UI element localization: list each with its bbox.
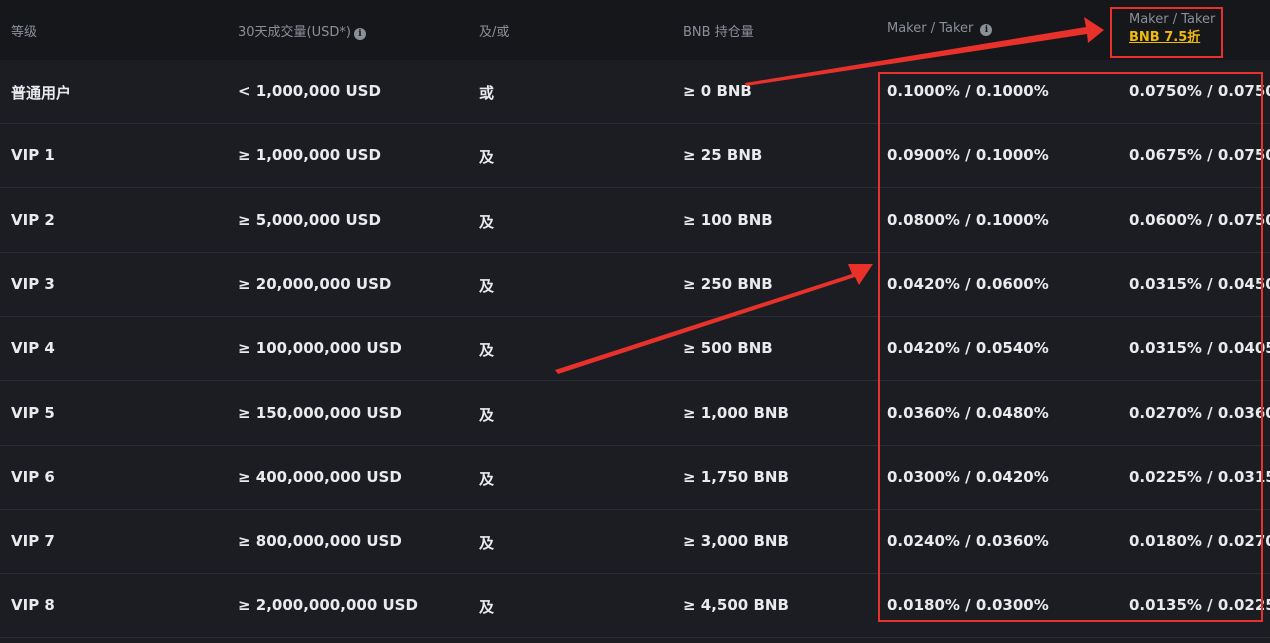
and-or-cell: 及 (479, 534, 495, 553)
maker-taker-bnb-fee-cell: 0.0180% / 0.0270% (1129, 532, 1270, 551)
fee-schedule-page: 等级 30天成交量(USD*) i 及/或 BNB 持仓量 Maker / Tak… (0, 0, 1270, 643)
and-or-cell: 及 (479, 212, 495, 231)
tier-cell: VIP 1 (11, 146, 55, 165)
info-circle-icon[interactable]: i (980, 24, 993, 36)
maker-taker-fee-cell: 0.0420% / 0.0540% (887, 339, 1049, 358)
table-row: VIP 5 ≥ 150,000,000 USD 及 ≥ 1,000 BNB 0.0360… (0, 382, 1270, 446)
header-maker-taker-bnb: Maker / Taker BNB 7.5折 (1129, 11, 1215, 47)
tier-cell: VIP 6 (11, 467, 55, 486)
tier-cell: VIP 7 (11, 532, 55, 551)
and-or-cell: 及 (479, 598, 495, 617)
maker-taker-fee-cell: 0.0420% / 0.0600% (887, 274, 1049, 293)
maker-taker-bnb-fee-cell: 0.0600% / 0.0750% (1129, 210, 1270, 229)
maker-taker-bnb-fee-cell: 0.0270% / 0.0360% (1129, 403, 1270, 422)
table-row: VIP 2 ≥ 5,000,000 USD 及 ≥ 100 BNB 0.0800% / … (0, 189, 1270, 253)
table-row: VIP 3 ≥ 20,000,000 USD 及 ≥ 250 BNB 0.0420% /… (0, 253, 1270, 317)
and-or-cell: 及 (479, 276, 495, 295)
bnb-holding-cell: ≥ 4,500 BNB (683, 596, 789, 615)
header-bnb-holding: BNB 持仓量 (683, 25, 754, 40)
header-maker-taker-label: Maker / Taker (887, 21, 974, 36)
header-volume-label: 30天成交量(USD*) (238, 25, 351, 40)
and-or-cell: 及 (479, 341, 495, 360)
bnb-holding-cell: ≥ 25 BNB (683, 146, 763, 165)
maker-taker-fee-cell: 0.1000% / 0.1000% (887, 82, 1049, 100)
and-or-cell: 及 (479, 469, 495, 488)
header-volume: 30天成交量(USD*) i (238, 21, 366, 40)
volume-cell: ≥ 5,000,000 USD (238, 210, 381, 229)
maker-taker-bnb-fee-cell: 0.0315% / 0.0450% (1129, 274, 1270, 293)
table-row: VIP 1 ≥ 1,000,000 USD 及 ≥ 25 BNB 0.0900% / 0… (0, 124, 1270, 189)
and-or-cell: 或 (479, 84, 495, 102)
maker-taker-bnb-fee-cell: 0.0675% / 0.0750% (1129, 146, 1270, 165)
maker-taker-fee-cell: 0.0800% / 0.1000% (887, 210, 1049, 229)
table-row: 普通用户 < 1,000,000 USD 或 ≥ 0 BNB 0.1000% / 0.1… (0, 60, 1270, 124)
tier-cell: VIP 3 (11, 274, 55, 293)
volume-cell: ≥ 800,000,000 USD (238, 532, 402, 551)
maker-taker-fee-cell: 0.0360% / 0.0480% (887, 403, 1049, 422)
tier-cell: VIP 2 (11, 210, 55, 229)
table-row: VIP 4 ≥ 100,000,000 USD 及 ≥ 500 BNB 0.0420% … (0, 317, 1270, 382)
tier-cell: VIP 8 (11, 596, 55, 615)
table-header: 等级 30天成交量(USD*) i 及/或 BNB 持仓量 Maker / Tak… (0, 0, 1270, 60)
info-circle-icon[interactable]: i (353, 28, 366, 40)
volume-cell: ≥ 150,000,000 USD (238, 403, 402, 422)
volume-cell: < 1,000,000 USD (238, 82, 381, 100)
maker-taker-fee-cell: 0.0240% / 0.0360% (887, 532, 1049, 551)
table-row: VIP 6 ≥ 400,000,000 USD 及 ≥ 1,750 BNB 0.0300… (0, 446, 1270, 510)
volume-cell: ≥ 2,000,000,000 USD (238, 596, 418, 615)
bnb-holding-cell: ≥ 0 BNB (683, 82, 752, 100)
bnb-holding-cell: ≥ 3,000 BNB (683, 532, 789, 551)
maker-taker-fee-cell: 0.0900% / 0.1000% (887, 146, 1049, 165)
bnb-holding-cell: ≥ 100 BNB (683, 210, 773, 229)
header-and-or: 及/或 (479, 25, 510, 40)
maker-taker-bnb-fee-cell: 0.0750% / 0.0750% (1129, 82, 1270, 100)
bnb-holding-cell: ≥ 1,750 BNB (683, 467, 789, 486)
tier-cell: 普通用户 (11, 84, 72, 102)
header-maker-taker-bnb-label: Maker / Taker (1129, 12, 1216, 27)
maker-taker-bnb-fee-cell: 0.0315% / 0.0405% (1129, 339, 1270, 358)
maker-taker-fee-cell: 0.0300% / 0.0420% (887, 467, 1049, 486)
tier-cell: VIP 5 (11, 403, 55, 422)
maker-taker-bnb-fee-cell: 0.0135% / 0.0225% (1129, 596, 1270, 615)
bnb-holding-cell: ≥ 500 BNB (683, 339, 773, 358)
header-maker-taker: Maker / Taker i (887, 21, 993, 36)
bnb-holding-cell: ≥ 250 BNB (683, 274, 773, 293)
tier-cell: VIP 4 (11, 339, 55, 358)
volume-cell: ≥ 400,000,000 USD (238, 467, 402, 486)
and-or-cell: 及 (479, 148, 495, 167)
table-row: VIP 7 ≥ 800,000,000 USD 及 ≥ 3,000 BNB 0.0240… (0, 510, 1270, 575)
maker-taker-fee-cell: 0.0180% / 0.0300% (887, 596, 1049, 615)
volume-cell: ≥ 20,000,000 USD (238, 274, 392, 293)
bnb-discount-link[interactable]: BNB 7.5折 (1129, 29, 1215, 47)
header-tier: 等级 (11, 25, 38, 40)
and-or-cell: 及 (479, 405, 495, 424)
volume-cell: ≥ 1,000,000 USD (238, 146, 381, 165)
volume-cell: ≥ 100,000,000 USD (238, 339, 402, 358)
maker-taker-bnb-fee-cell: 0.0225% / 0.0315% (1129, 467, 1270, 486)
bnb-holding-cell: ≥ 1,000 BNB (683, 403, 789, 422)
table-row: VIP 8 ≥ 2,000,000,000 USD 及 ≥ 4,500 BNB 0.01… (0, 574, 1270, 639)
